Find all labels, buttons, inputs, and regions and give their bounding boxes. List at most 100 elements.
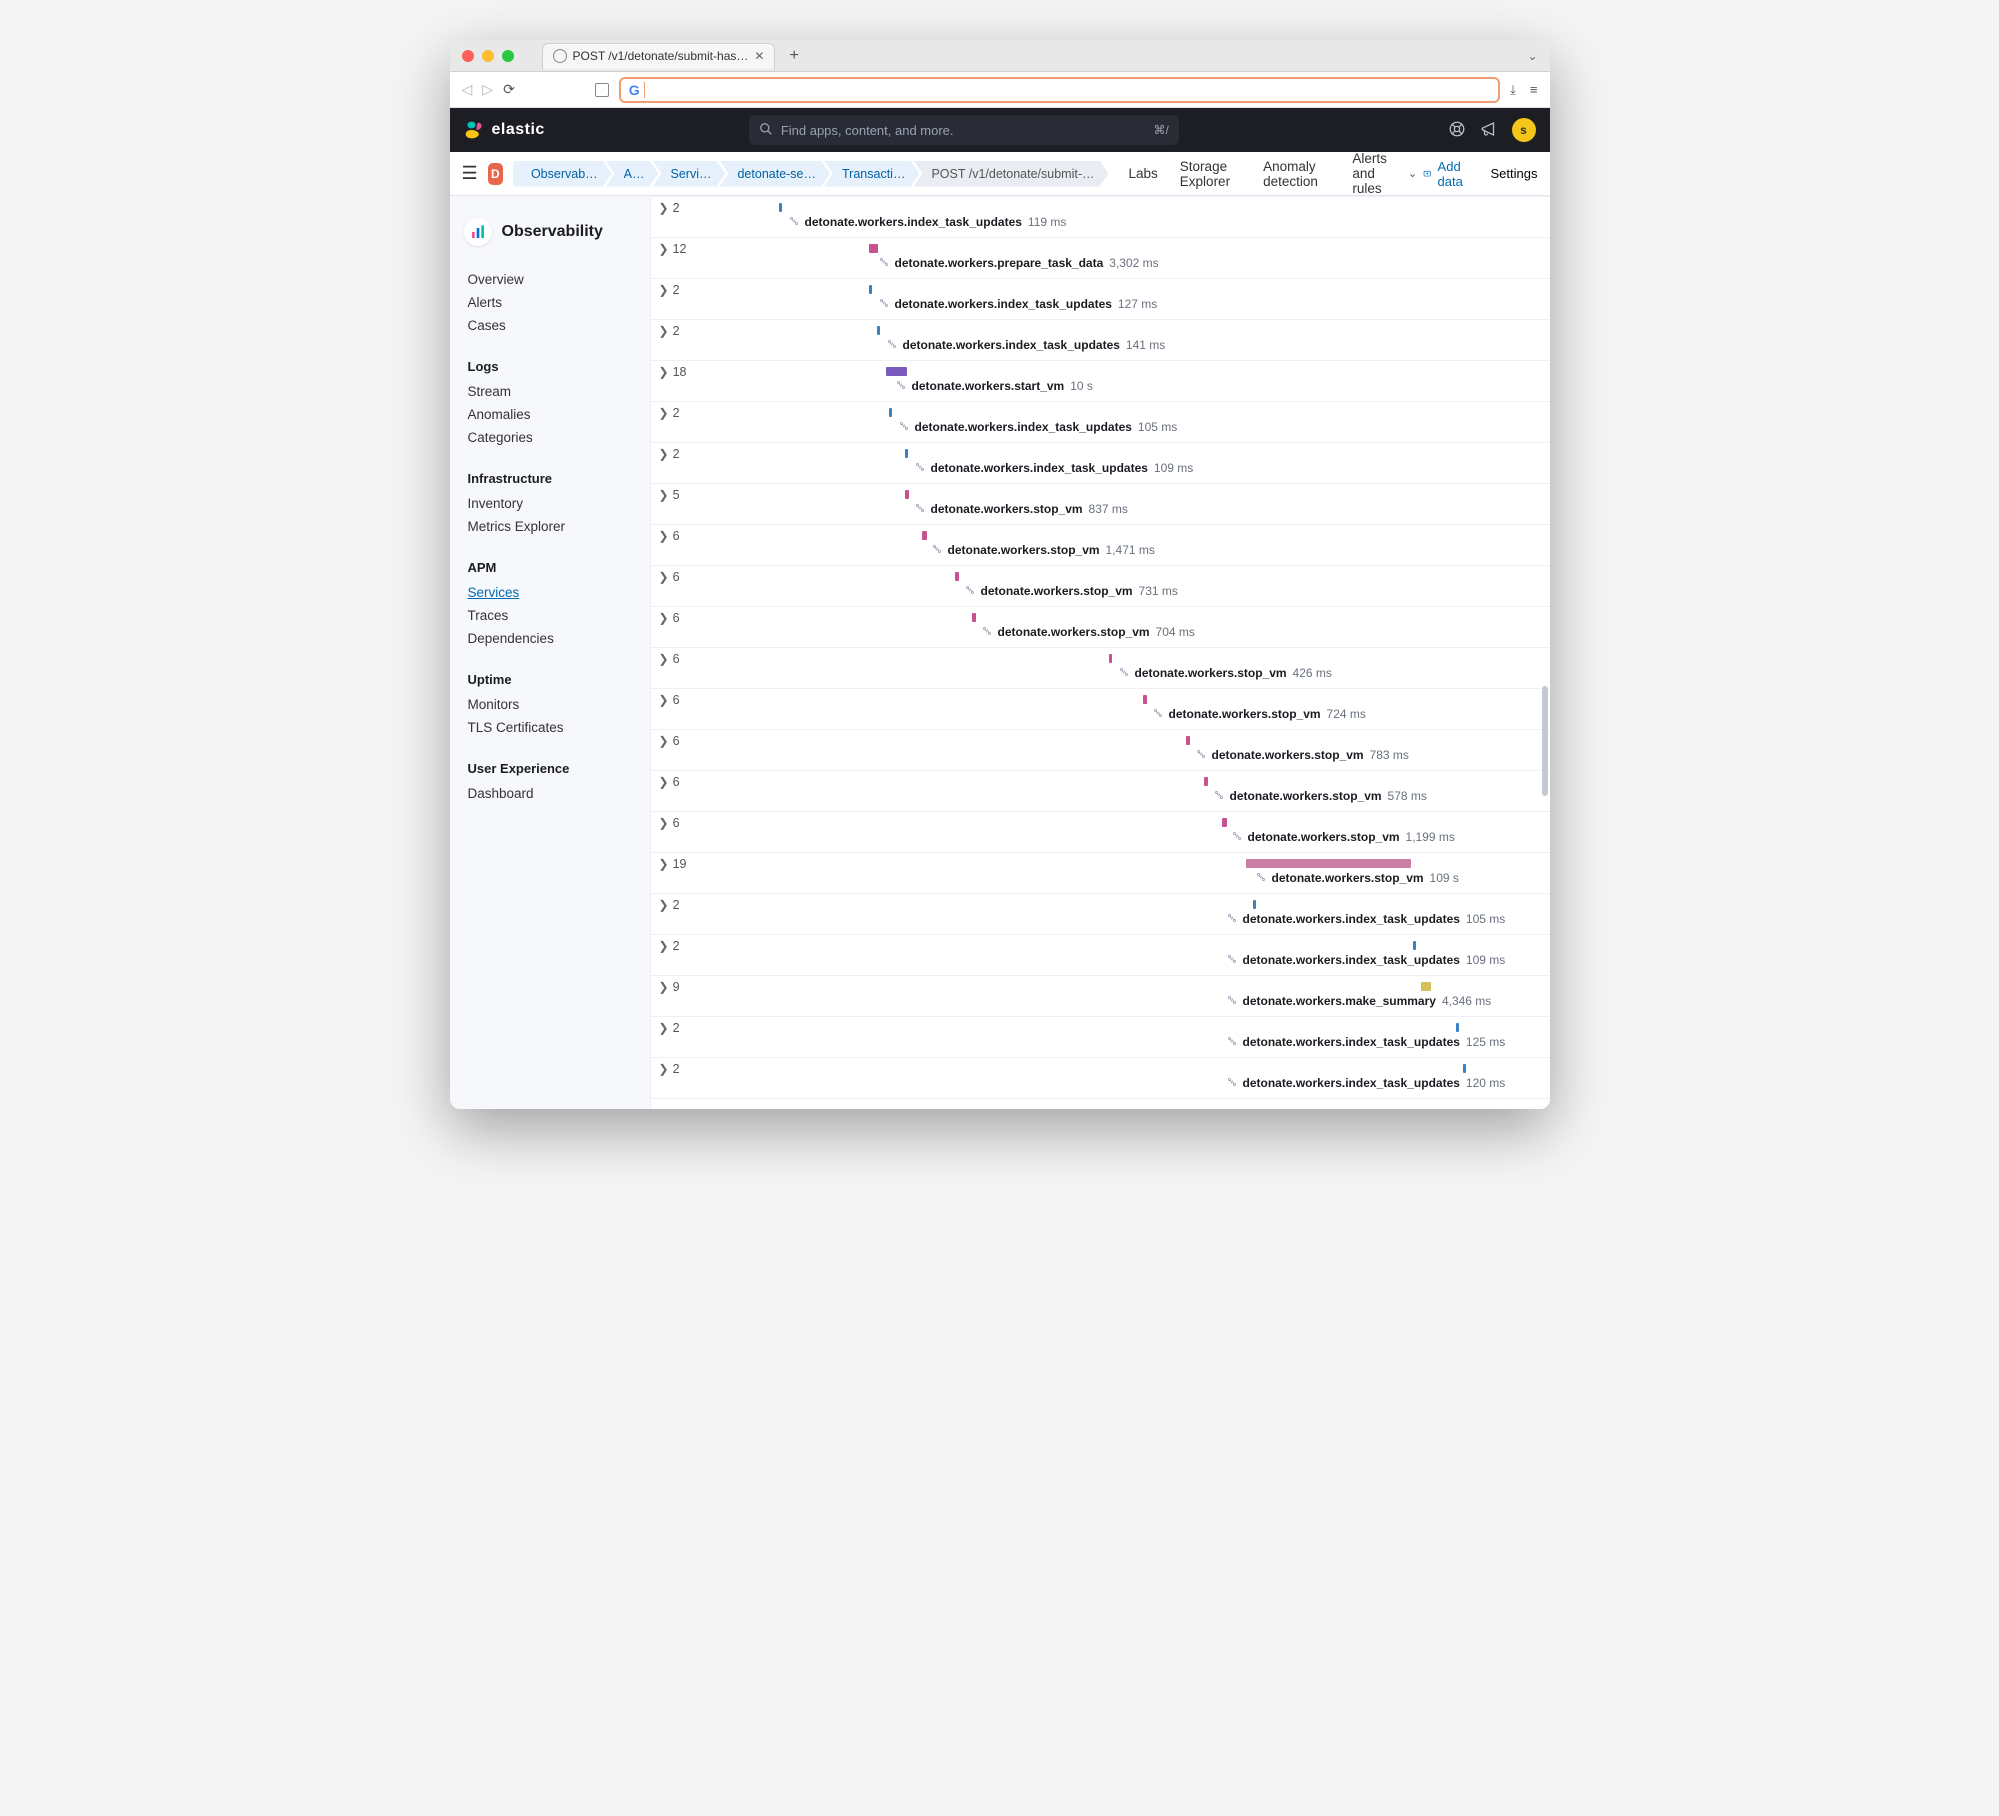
span-bar[interactable] [1204,777,1208,786]
forward-icon[interactable]: ▷ [482,81,493,98]
add-data-button[interactable]: Add data [1423,159,1468,189]
row-toggle[interactable]: ❯6 [651,652,699,666]
close-window-icon[interactable] [462,50,474,62]
minimize-window-icon[interactable] [482,50,494,62]
sidebar-item[interactable]: Alerts [468,291,632,314]
span-bar[interactable] [877,326,880,335]
scrollbar[interactable] [1542,686,1548,796]
trace-row[interactable]: ❯2detonate.workers.index_task_updates127… [651,279,1550,320]
fullscreen-window-icon[interactable] [502,50,514,62]
row-toggle[interactable]: ❯6 [651,693,699,707]
trace-row[interactable]: ❯2detonate.workers.index_task_updates120… [651,1058,1550,1099]
row-toggle[interactable]: ❯19 [651,857,699,871]
trace-row[interactable]: ❯6detonate.workers.stop_vm578 ms [651,771,1550,812]
new-tab-button[interactable]: + [789,47,798,65]
trace-row[interactable]: ❯6detonate.workers.stop_vm731 ms [651,566,1550,607]
sidebar-item[interactable]: Traces [468,604,632,627]
sidebar-item[interactable]: Monitors [468,693,632,716]
sidebar-item[interactable]: Inventory [468,492,632,515]
sidebar-item[interactable]: Stream [468,380,632,403]
trace-row[interactable]: ❯2detonate.workers.index_task_updates109… [651,443,1550,484]
span-bar[interactable] [869,285,872,294]
breadcrumb-item[interactable]: detonate-se… [719,161,830,187]
trace-row[interactable]: ❯2detonate.workers.index_task_updates141… [651,320,1550,361]
sidebar-item[interactable]: Anomalies [468,403,632,426]
download-icon[interactable]: ⤓ [1510,82,1516,98]
row-toggle[interactable]: ❯2 [651,939,699,953]
nav-toggle-icon[interactable]: ☰ [462,163,478,184]
span-bar[interactable] [1463,1064,1466,1073]
span-bar[interactable] [905,490,909,499]
span-bar[interactable] [1413,941,1416,950]
span-bar[interactable] [1222,818,1227,827]
row-toggle[interactable]: ❯2 [651,283,699,297]
row-toggle[interactable]: ❯6 [651,816,699,830]
span-bar[interactable] [1253,900,1256,909]
trace-row[interactable]: ❯18detonate.workers.start_vm10 s [651,361,1550,402]
reload-icon[interactable]: ⟳ [503,81,515,98]
span-bar[interactable] [955,572,959,581]
nav-link[interactable]: Labs [1129,151,1158,196]
trace-row[interactable]: ❯2detonate.workers.index_task_updates125… [651,1017,1550,1058]
span-bar[interactable] [905,449,908,458]
breadcrumb-item[interactable]: Observab… [513,161,612,187]
row-toggle[interactable]: ❯12 [651,242,699,256]
breadcrumb-item[interactable]: Transacti… [824,161,919,187]
span-bar[interactable] [972,613,976,622]
sidebar-item[interactable]: Dependencies [468,627,632,650]
row-toggle[interactable]: ❯6 [651,734,699,748]
trace-row[interactable]: ❯2detonate.workers.index_task_updates109… [651,935,1550,976]
browser-menu-icon[interactable]: ≡ [1530,82,1538,98]
row-toggle[interactable]: ❯2 [651,201,699,215]
trace-row[interactable]: ❯6detonate.workers.stop_vm783 ms [651,730,1550,771]
span-bar[interactable] [869,244,878,253]
span-bar[interactable] [1421,982,1431,991]
back-icon[interactable]: ◁ [462,81,473,98]
row-toggle[interactable]: ❯18 [651,365,699,379]
row-toggle[interactable]: ❯5 [651,488,699,502]
row-toggle[interactable]: ❯6 [651,611,699,625]
nav-link[interactable]: Storage Explorer [1180,151,1241,196]
row-toggle[interactable]: ❯2 [651,447,699,461]
trace-row[interactable]: ❯6detonate.workers.stop_vm704 ms [651,607,1550,648]
breadcrumb-item[interactable]: A… [606,161,659,187]
trace-row[interactable]: ❯6detonate.workers.stop_vm426 ms [651,648,1550,689]
row-toggle[interactable]: ❯6 [651,570,699,584]
space-selector[interactable]: D [488,163,503,185]
trace-row[interactable]: ❯2detonate.workers.index_task_updates119… [651,197,1550,238]
browser-tab[interactable]: POST /v1/detonate/submit-has… ✕ [542,43,776,69]
span-bar[interactable] [1109,654,1112,663]
nav-link[interactable]: Alerts and rules ⌄ [1352,151,1417,196]
span-bar[interactable] [779,203,782,212]
row-toggle[interactable]: ❯2 [651,324,699,338]
row-toggle[interactable]: ❯2 [651,898,699,912]
span-bar[interactable] [922,531,927,540]
span-bar[interactable] [886,367,907,376]
help-icon[interactable] [1448,120,1466,141]
sidebar-item[interactable]: Services [468,581,632,604]
tab-close-icon[interactable]: ✕ [754,49,764,63]
bookmark-icon[interactable] [595,83,609,97]
row-toggle[interactable]: ❯9 [651,980,699,994]
row-toggle[interactable]: ❯6 [651,775,699,789]
span-bar[interactable] [1143,695,1147,704]
row-toggle[interactable]: ❯2 [651,1021,699,1035]
sidebar-item[interactable]: Cases [468,314,632,337]
sidebar-item[interactable]: Categories [468,426,632,449]
elastic-logo[interactable]: elastic [464,120,545,140]
trace-row[interactable]: ❯19detonate.workers.stop_vm109 s [651,853,1550,894]
breadcrumb-item[interactable]: Servi… [653,161,726,187]
span-bar[interactable] [1186,736,1190,745]
trace-row[interactable]: ❯5detonate.workers.stop_vm837 ms [651,484,1550,525]
tabs-dropdown-icon[interactable]: ⌄ [1527,49,1537,63]
trace-row[interactable]: ❯12detonate.workers.prepare_task_data3,3… [651,238,1550,279]
sidebar-item[interactable]: Overview [468,268,632,291]
trace-row[interactable]: ❯9detonate.workers.make_summary4,346 ms [651,976,1550,1017]
trace-row[interactable]: ❯6detonate.workers.stop_vm1,199 ms [651,812,1550,853]
row-toggle[interactable]: ❯6 [651,529,699,543]
newsfeed-icon[interactable] [1480,120,1498,141]
sidebar-item[interactable]: TLS Certificates [468,716,632,739]
nav-link[interactable]: Anomaly detection [1263,151,1330,196]
span-bar[interactable] [1456,1023,1459,1032]
span-bar[interactable] [889,408,892,417]
